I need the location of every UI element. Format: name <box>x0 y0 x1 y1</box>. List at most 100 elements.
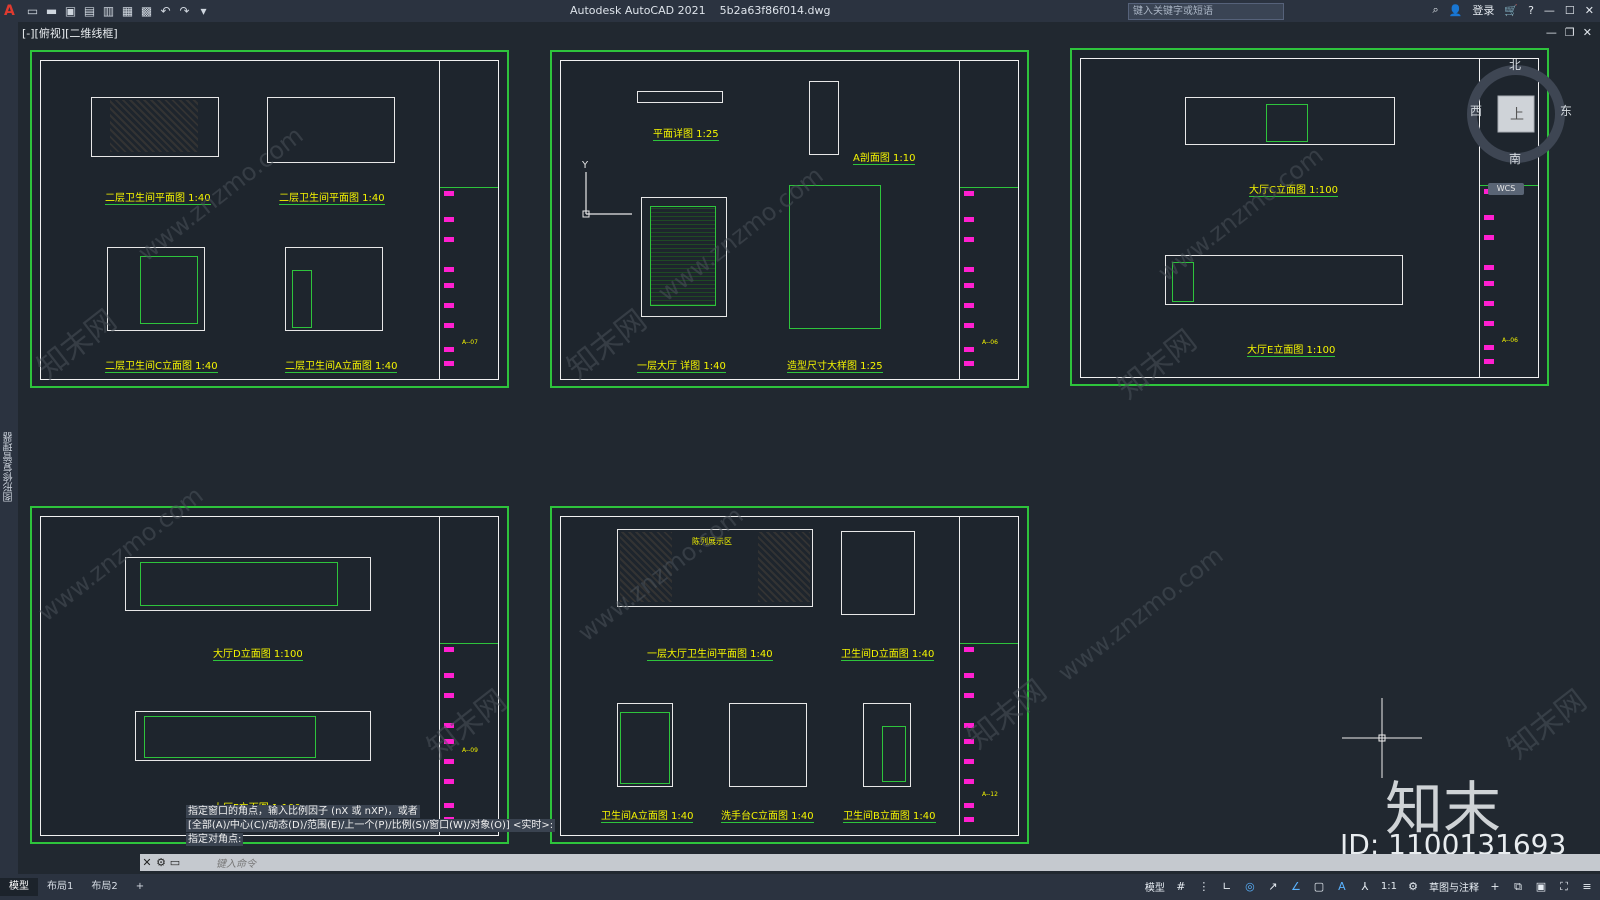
drawing-title: 卫生间D立面图 1:40 <box>841 645 935 661</box>
command-line[interactable]: ✕ ⚙ ▭ 键入命令 <box>140 854 1600 871</box>
command-history-line: 指定对角点: <box>186 833 244 846</box>
print-icon[interactable]: ▩ <box>140 4 153 18</box>
viewcube-top-face[interactable]: 上 <box>1510 104 1524 124</box>
customization-menu-icon[interactable]: ≡ <box>1580 880 1594 894</box>
save-as-icon[interactable]: ▤ <box>83 4 96 18</box>
side-palette-label: 图形修复管理器 <box>4 432 15 502</box>
close-icon[interactable]: ✕ <box>140 856 154 870</box>
isodraft-icon[interactable]: ↗ <box>1266 880 1280 894</box>
recent-commands-icon[interactable]: ▭ <box>168 856 182 870</box>
sheet-number: A--07 <box>462 339 478 346</box>
login-button[interactable]: 登录 <box>1472 2 1494 18</box>
document-controls: — ❐ ✕ <box>1546 26 1592 39</box>
annotation-scale[interactable]: 1:1 <box>1381 881 1397 892</box>
sheet-1[interactable]: 二层卫生间平面图 1:40 二层卫生间平面图 1:40 二层卫生间C立面图 1:… <box>30 50 509 388</box>
auto-scale-icon[interactable]: ⅄ <box>1358 880 1372 894</box>
side-palette[interactable]: 图形修复管理器 <box>0 22 18 874</box>
drawing-title: 造型尺寸大样图 1:25 <box>787 357 883 373</box>
size-detail-drawing <box>789 185 881 329</box>
minimize-window-button[interactable]: — <box>1544 4 1555 17</box>
plan-drawing <box>267 97 395 163</box>
command-input[interactable]: 键入命令 <box>216 855 256 870</box>
plan-drawing <box>91 97 219 157</box>
elevation-drawing <box>1185 97 1395 145</box>
workspace-switcher[interactable]: 草图与注释 <box>1429 879 1479 894</box>
grid-icon[interactable]: # <box>1174 880 1188 894</box>
window-title: Autodesk AutoCAD 2021 5b2a63f86f014.dwg <box>570 4 831 17</box>
drawing-title: A剖面图 1:10 <box>853 149 916 165</box>
restroom-plan-drawing: 陈列展示区 <box>617 529 813 607</box>
title-bar: A ▭ ▬ ▣ ▤ ▥ ▦ ▩ ↶ ↷ ▾ Autodesk AutoCAD 2… <box>0 0 1600 22</box>
sheet-frame: 大厅D立面图 1:100 大厅F立面图 1:100 A--09 <box>40 516 499 836</box>
elevation-drawing <box>729 703 807 787</box>
sheet-number: A--12 <box>982 791 998 798</box>
wrench-icon[interactable]: ⚙ <box>154 856 168 870</box>
tab-layout2[interactable]: 布局2 <box>82 878 126 896</box>
user-icon[interactable]: 👤 <box>1449 4 1463 17</box>
status-bar: 模型 布局1 布局2 + 模型 # ⋮ ∟ ◎ ↗ ∠ ▢ A ⅄ 1:1 ⚙ … <box>0 874 1600 900</box>
compass-west[interactable]: 西 <box>1470 102 1482 119</box>
autocad-logo-icon[interactable]: A <box>4 3 20 19</box>
clean-screen-icon[interactable]: ⛶ <box>1557 880 1571 894</box>
undo-icon[interactable]: ↶ <box>159 4 172 18</box>
add-layout-icon[interactable]: + <box>127 878 153 896</box>
plus-icon[interactable]: + <box>1488 880 1502 894</box>
search-input[interactable]: 键入关键字或短语 <box>1128 3 1284 20</box>
search-icon[interactable]: ⌕ <box>1432 3 1438 17</box>
save-icon[interactable]: ▣ <box>64 4 77 18</box>
snap-icon[interactable]: ⋮ <box>1197 880 1211 894</box>
drawing-title: 平面详图 1:25 <box>653 125 719 141</box>
file-name: 5b2a63f86f014.dwg <box>719 4 831 17</box>
model-space-toggle[interactable]: 模型 <box>1145 879 1165 894</box>
tab-model[interactable]: 模型 <box>0 878 38 896</box>
command-history: 指定窗口的角点，输入比例因子 (nX 或 nXP)，或者 [全部(A)/中心(C… <box>186 805 626 847</box>
maximize-window-button[interactable]: ☐ <box>1565 4 1575 17</box>
sheet-number: A--09 <box>462 747 478 754</box>
object-snap-tracking-icon[interactable]: ∠ <box>1289 880 1303 894</box>
viewport-controls[interactable]: [-][俯视][二维线框] <box>22 25 118 41</box>
annotation-visibility-icon[interactable]: A <box>1335 880 1349 894</box>
compass-north[interactable]: 北 <box>1509 56 1521 73</box>
ucs-icon: Y <box>581 160 632 218</box>
sheet-number: A--06 <box>1502 337 1518 344</box>
cart-icon[interactable]: 🛒 <box>1504 4 1518 17</box>
sheet-4[interactable]: 大厅D立面图 1:100 大厅F立面图 1:100 A--09 <box>30 506 509 844</box>
doc-minimize-button[interactable]: — <box>1546 26 1557 39</box>
elevation-drawing <box>617 703 673 787</box>
title-block: A--12 <box>959 517 1018 835</box>
open-folder-icon[interactable]: ▬ <box>45 4 58 18</box>
drawing-title: 二层卫生间平面图 1:40 <box>105 189 211 205</box>
help-icon[interactable]: ? <box>1528 4 1534 17</box>
elevation-drawing <box>285 247 383 331</box>
room-tag: 陈列展示区 <box>692 537 732 546</box>
title-block: A--09 <box>439 517 498 835</box>
publish-icon[interactable]: ▦ <box>121 4 134 18</box>
wcs-menu[interactable]: WCS <box>1488 183 1524 195</box>
doc-restore-button[interactable]: ❐ <box>1565 26 1575 39</box>
drawing-title: 洗手台C立面图 1:40 <box>721 807 814 823</box>
doc-close-button[interactable]: ✕ <box>1583 26 1592 39</box>
plot-icon[interactable]: ▥ <box>102 4 115 18</box>
elevation-drawing <box>107 247 205 331</box>
object-snap-icon[interactable]: ▢ <box>1312 880 1326 894</box>
hall-detail-drawing <box>641 197 727 317</box>
drawing-title: 二层卫生间平面图 1:40 <box>279 189 385 205</box>
compass-east[interactable]: 东 <box>1560 102 1572 119</box>
detail-drawing <box>637 91 723 103</box>
redo-icon[interactable]: ↷ <box>178 4 191 18</box>
drawing-title: 大厅D立面图 1:100 <box>213 645 303 661</box>
hardware-acceleration-icon[interactable]: ▣ <box>1534 880 1548 894</box>
ortho-icon[interactable]: ∟ <box>1220 880 1234 894</box>
command-history-line: 指定窗口的角点，输入比例因子 (nX 或 nXP)，或者 <box>186 805 420 818</box>
polar-tracking-icon[interactable]: ◎ <box>1243 880 1257 894</box>
workspace-gear-icon[interactable]: ⚙ <box>1406 880 1420 894</box>
tab-layout1[interactable]: 布局1 <box>38 878 82 896</box>
sheet-5[interactable]: 陈列展示区 一层大厅卫生间平面图 1:40 卫生间D立面图 1:40 卫生间A立… <box>550 506 1029 844</box>
close-window-button[interactable]: ✕ <box>1585 4 1594 17</box>
new-file-icon[interactable]: ▭ <box>26 4 39 18</box>
drawing-title: 二层卫生间C立面图 1:40 <box>105 357 218 373</box>
customize-dropdown-icon[interactable]: ▾ <box>197 4 210 18</box>
drawing-title: 一层大厅卫生间平面图 1:40 <box>647 645 773 661</box>
isolate-objects-icon[interactable]: ⧉ <box>1511 880 1525 894</box>
compass-south[interactable]: 南 <box>1509 150 1521 167</box>
